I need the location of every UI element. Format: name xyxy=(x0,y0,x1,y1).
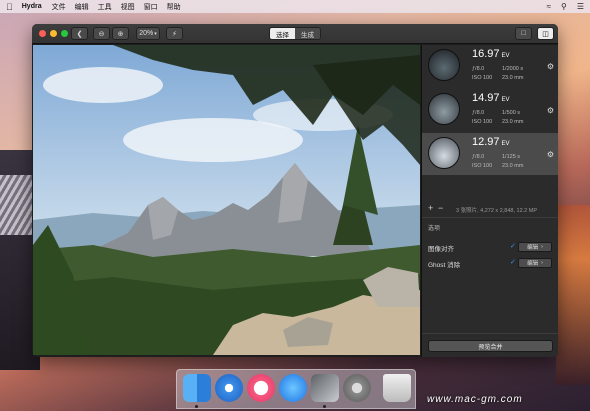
focal-length: 23.0 mm xyxy=(502,119,524,125)
tab-select[interactable]: 选择 xyxy=(270,28,295,39)
hydra-app-icon[interactable] xyxy=(311,374,339,402)
shutter-speed: 1/125 s xyxy=(502,154,521,160)
notification-center-icon[interactable]: ☰ xyxy=(577,2,584,11)
gear-icon[interactable]: ⚙ xyxy=(547,150,554,159)
close-window-button[interactable] xyxy=(39,30,46,37)
remove-exposure-button[interactable]: − xyxy=(438,203,443,213)
divider xyxy=(422,217,558,218)
preview-merge-button[interactable]: 预览合并 xyxy=(428,340,553,352)
lightning-icon: ⚡ xyxy=(172,30,177,38)
shutter-speed: 1/2000 s xyxy=(502,66,524,72)
apple-menu-icon[interactable]:  xyxy=(6,2,13,12)
auto-adjust-button[interactable]: ⚡ xyxy=(166,27,183,40)
exposure-item-selected[interactable]: 12.97 EV ƒ/8.0 1/125 s ISO 100 23.0 mm ⚙ xyxy=(422,133,558,175)
exposure-thumbnail xyxy=(428,93,460,125)
running-indicator xyxy=(323,405,326,408)
iso: ISO 100 xyxy=(472,163,493,169)
menu-window[interactable]: 窗口 xyxy=(144,2,158,12)
edit-align-button[interactable]: 编辑 › xyxy=(518,242,552,252)
spotlight-icon[interactable]: ⚲ xyxy=(561,2,567,11)
option-label-align: 图像对齐 xyxy=(428,246,454,253)
iso: ISO 100 xyxy=(472,119,493,125)
chevron-right-icon: › xyxy=(541,260,543,266)
menu-edit[interactable]: 编辑 xyxy=(75,2,89,12)
itunes-icon[interactable] xyxy=(247,374,275,402)
system-preferences-icon[interactable] xyxy=(343,374,371,402)
mode-segmented-control: 选择 生成 xyxy=(269,27,321,40)
wifi-icon[interactable]: ≈ xyxy=(547,2,551,11)
ev-value: 12.97 EV xyxy=(472,136,510,148)
focal-length: 23.0 mm xyxy=(502,163,524,169)
ev-value: 16.97 EV xyxy=(472,48,510,60)
photo-summary: 3 张照片, 4,272 x 2,848, 12.2 MP xyxy=(456,208,538,214)
minimize-window-button[interactable] xyxy=(50,30,57,37)
app-menu[interactable]: Hydra xyxy=(22,3,42,10)
hydra-window: ❮ ⊖ ⊕ 20% ▾ ⚡ 选择 生成 □ ◫ 16.97 EV ƒ/8.0 1… xyxy=(32,24,558,357)
menu-file[interactable]: 文件 xyxy=(52,2,66,12)
options-title: 选项 xyxy=(428,226,441,232)
toggle-sidebar-button[interactable]: ◫ xyxy=(537,27,554,40)
status-area: ≈ ⚲ ☰ xyxy=(547,2,584,11)
chevron-right-icon: › xyxy=(541,244,543,250)
window-toolbar: ❮ ⊖ ⊕ 20% ▾ ⚡ 选择 生成 □ ◫ xyxy=(32,24,558,44)
iso: ISO 100 xyxy=(472,75,493,81)
edit-ghost-button[interactable]: 编辑 › xyxy=(518,258,552,268)
exposure-thumbnail xyxy=(428,137,460,169)
back-button[interactable]: ❮ xyxy=(71,27,88,40)
gear-icon[interactable]: ⚙ xyxy=(547,106,554,115)
photo-preview[interactable] xyxy=(33,45,420,355)
aperture: ƒ/8.0 xyxy=(472,154,485,160)
menu-tools[interactable]: 工具 xyxy=(98,2,112,12)
chevron-left-icon: ❮ xyxy=(76,30,83,38)
zoom-in-button[interactable]: ⊕ xyxy=(112,27,129,40)
shutter-speed: 1/500 s xyxy=(502,110,521,116)
aperture: ƒ/8.0 xyxy=(472,66,485,72)
zoom-window-button[interactable] xyxy=(61,30,68,37)
edit-label: 编辑 xyxy=(527,261,539,267)
exposure-item[interactable]: 14.97 EV ƒ/8.0 1/500 s ISO 100 23.0 mm ⚙ xyxy=(422,89,558,131)
desktop-snow-left xyxy=(0,175,34,235)
dock xyxy=(176,369,416,409)
aperture: ƒ/8.0 xyxy=(472,110,485,116)
exposure-item[interactable]: 16.97 EV ƒ/8.0 1/2000 s ISO 100 23.0 mm ⚙ xyxy=(422,45,558,87)
menu-view[interactable]: 视图 xyxy=(121,2,135,12)
crop-button[interactable]: □ xyxy=(515,27,532,40)
checkmark-icon[interactable]: ✓ xyxy=(510,258,516,266)
menu-bar:  Hydra 文件 编辑 工具 视图 窗口 帮助 ≈ ⚲ ☰ xyxy=(0,0,590,13)
safari-icon[interactable] xyxy=(215,374,243,402)
checkmark-icon[interactable]: ✓ xyxy=(510,242,516,250)
zoom-out-icon: ⊖ xyxy=(98,30,105,38)
exposure-panel: 16.97 EV ƒ/8.0 1/2000 s ISO 100 23.0 mm ⚙… xyxy=(421,45,558,357)
finder-icon[interactable] xyxy=(183,374,211,402)
menu-help[interactable]: 帮助 xyxy=(167,2,181,12)
landscape-image xyxy=(33,45,420,355)
zoom-value: 20% xyxy=(139,30,154,37)
running-indicator xyxy=(195,405,198,408)
tab-generate[interactable]: 生成 xyxy=(295,28,320,39)
app-store-icon[interactable] xyxy=(279,374,307,402)
sidebar-icon: ◫ xyxy=(542,30,549,38)
add-exposure-button[interactable]: + xyxy=(428,203,433,213)
exposure-thumbnail xyxy=(428,49,460,81)
focal-length: 23.0 mm xyxy=(502,75,524,81)
gear-icon[interactable]: ⚙ xyxy=(547,62,554,71)
ev-value: 14.97 EV xyxy=(472,92,510,104)
divider xyxy=(422,333,558,334)
desktop-mountain-right xyxy=(556,205,590,385)
zoom-select[interactable]: 20% ▾ xyxy=(136,27,160,40)
edit-label: 编辑 xyxy=(527,245,539,251)
trash-icon[interactable] xyxy=(383,374,411,402)
option-label-ghost: Ghost 消除 xyxy=(428,262,461,269)
crop-icon: □ xyxy=(521,30,526,37)
zoom-out-button[interactable]: ⊖ xyxy=(93,27,110,40)
zoom-in-icon: ⊕ xyxy=(117,30,124,38)
chevron-down-icon: ▾ xyxy=(154,30,157,37)
watermark: www.mac-gm.com xyxy=(427,394,523,405)
